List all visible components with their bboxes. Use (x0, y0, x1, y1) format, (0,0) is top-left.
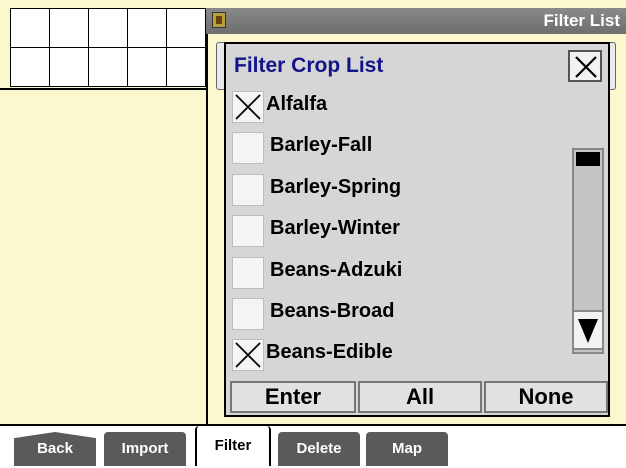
close-icon (575, 56, 597, 78)
tab-divider (0, 424, 626, 426)
grid-cell[interactable] (166, 8, 206, 48)
list-item-label: Barley-Fall (270, 134, 373, 156)
list-item-label: Beans-Edible (266, 341, 393, 363)
grid-cell[interactable] (49, 8, 89, 48)
checkbox[interactable] (232, 298, 264, 330)
none-button[interactable]: None (484, 381, 608, 413)
checkbox[interactable] (232, 257, 264, 289)
arrow-down-icon (578, 319, 598, 343)
list-item-label: Alfalfa (266, 93, 328, 115)
list-item-label: Beans-Adzuki (270, 259, 403, 281)
grid-cell[interactable] (127, 8, 167, 48)
list-item[interactable]: Barley-Winter (230, 212, 570, 250)
list-item-label: Beans-Broad (270, 300, 395, 322)
scroll-thumb[interactable] (576, 152, 600, 166)
list-item[interactable]: Alfalfa (230, 88, 570, 126)
checkbox[interactable] (232, 132, 264, 164)
list-item[interactable]: Beans-Broad (230, 295, 570, 333)
list-item-label: Barley-Spring (270, 176, 402, 198)
checkbox[interactable] (232, 91, 264, 123)
scroll-down-button[interactable] (572, 310, 604, 350)
check-x-icon (235, 94, 261, 120)
grid-cell[interactable] (88, 47, 128, 87)
checkbox[interactable] (232, 215, 264, 247)
dialog-title: Filter Crop List (234, 54, 384, 77)
left-grid (10, 8, 206, 88)
check-x-icon (235, 342, 261, 368)
list-item-label: Barley-Winter (270, 217, 400, 239)
checkbox[interactable] (232, 339, 264, 371)
grid-cell[interactable] (10, 47, 50, 87)
grid-cell[interactable] (49, 47, 89, 87)
all-button[interactable]: All (358, 381, 482, 413)
list-item[interactable]: Beans-Adzuki (230, 254, 570, 292)
map-button[interactable]: Map (366, 432, 448, 466)
crop-list: Alfalfa Barley-Fall Barley-Spring Barley… (230, 88, 570, 378)
list-item[interactable]: Beans-Edible (230, 336, 570, 374)
title-bar: Filter List (206, 8, 626, 34)
grid-cell[interactable] (166, 47, 206, 87)
enter-button[interactable]: Enter (230, 381, 356, 413)
list-item[interactable]: Barley-Spring (230, 171, 570, 209)
checkbox[interactable] (232, 174, 264, 206)
grid-cell[interactable] (10, 8, 50, 48)
tab-filter[interactable]: Filter (195, 426, 271, 466)
window-title: Filter List (543, 11, 620, 30)
grid-cell[interactable] (127, 47, 167, 87)
delete-button[interactable]: Delete (278, 432, 360, 466)
bottom-tab-bar: Back Import Filter Delete Map (0, 424, 626, 468)
dialog-buttons: Enter All None (230, 381, 608, 413)
list-item[interactable]: Barley-Fall (230, 129, 570, 167)
grid-cell[interactable] (88, 8, 128, 48)
divider (0, 88, 206, 90)
back-button[interactable]: Back (14, 432, 96, 466)
app-icon (212, 12, 226, 28)
close-button[interactable] (568, 50, 602, 82)
import-button[interactable]: Import (104, 432, 186, 466)
filter-crop-dialog: Filter Crop List Alfalfa Barley-Fall Bar… (224, 42, 610, 417)
screen: Filter List Filter Crop List Alfalfa Bar… (0, 0, 626, 468)
